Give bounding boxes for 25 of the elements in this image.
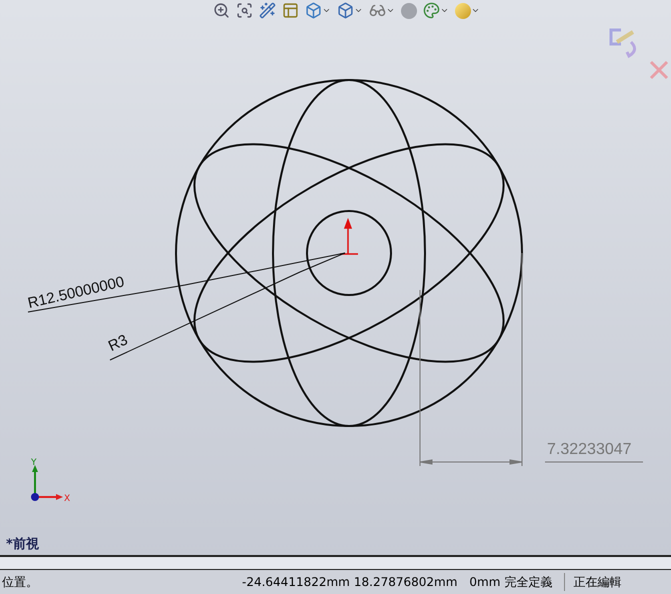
glasses-icon[interactable]: [369, 2, 386, 19]
display-style-icon[interactable]: [337, 2, 354, 19]
section-view-icon[interactable]: [282, 2, 299, 19]
status-message: 位置。: [2, 574, 39, 591]
palette-icon[interactable]: [423, 2, 440, 19]
zoom-area-icon[interactable]: [236, 2, 253, 19]
edit-mode: 正在編輯: [564, 573, 622, 591]
y-axis-label: Y: [31, 458, 36, 468]
y-coordinate: 18.27876802mm: [354, 574, 458, 591]
caret-icon[interactable]: [322, 6, 331, 15]
view-name: *前視: [6, 538, 39, 551]
zoom-to-fit-icon[interactable]: [213, 2, 230, 19]
view-orientation-icon[interactable]: [305, 2, 322, 19]
caret-icon[interactable]: [440, 6, 449, 15]
wand-icon[interactable]: [259, 2, 276, 19]
x-axis-label: X: [64, 494, 70, 504]
z-coordinate: 0mm: [469, 574, 500, 591]
axis-triad-icon: [31, 465, 63, 501]
caret-icon[interactable]: [354, 6, 363, 15]
caret-icon[interactable]: [386, 6, 395, 15]
definition-state: 完全定義: [504, 574, 552, 591]
dimension-value[interactable]: R3: [106, 331, 130, 355]
caret-icon[interactable]: [471, 6, 480, 15]
x-coordinate: -24.64411822mm: [242, 574, 350, 591]
origin-marker: [340, 218, 358, 255]
